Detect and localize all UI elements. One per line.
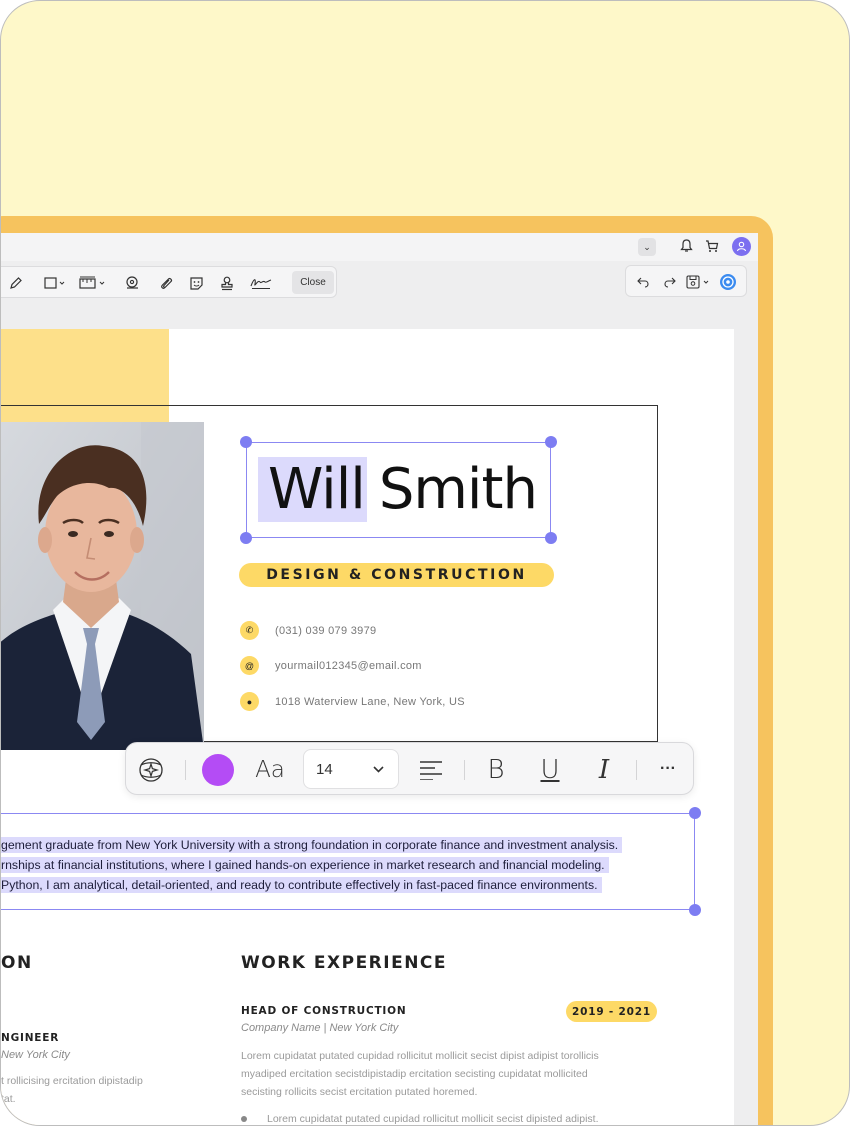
bold-button[interactable]: B [481,755,511,785]
paperclip-icon [161,277,173,289]
undo-button[interactable] [633,272,653,292]
separator [185,760,186,780]
resize-handle-top-right[interactable] [545,436,557,448]
stamp-tool[interactable] [217,273,237,293]
job-bullet: Lorem cupidatat putated cupidad rollicit… [267,1113,599,1125]
summary-handle-top-right[interactable] [689,807,701,819]
left-section-title: ON [1,953,33,973]
signature-tool[interactable] [249,273,273,293]
job-title-badge: DESIGN & CONSTRUCTION [239,563,554,587]
bullet-dot [241,1116,247,1122]
phone-icon: ✆ [240,621,259,640]
history-toolbar [625,265,747,297]
location-icon: ● [240,692,259,711]
cart-icon [706,239,719,252]
summary-handle-bottom-right[interactable] [689,904,701,916]
email-icon: @ [240,656,259,675]
ai-assistant-button[interactable] [718,272,738,292]
job-body-3: secisting rollicits secist ercitation pu… [241,1086,478,1098]
resize-handle-bottom-left[interactable] [240,532,252,544]
left-job-body-1: t rollicising ercitation dipistadip [1,1075,143,1087]
attachment-tool[interactable] [156,273,176,293]
notifications-button[interactable] [677,237,695,255]
user-avatar[interactable] [732,237,751,256]
job-title: HEAD OF CONSTRUCTION [241,1005,407,1017]
text-format-toolbar: Aa 14 B U I ··· [125,742,694,795]
save-button[interactable] [684,272,714,292]
email-text: yourmail012345@email.com [275,659,422,672]
name-last: Smith [378,457,538,522]
cart-button[interactable] [703,237,721,255]
align-left-icon [420,761,442,780]
rectangle-icon [44,277,65,289]
contact-phone: ✆ (031) 039 079 3979 [240,621,376,640]
undo-icon [637,277,649,288]
background-canvas: ⌄ Close Will Smith DESIGN & CONSTRUCTION… [0,0,850,1126]
name-first-selected: Will [258,457,367,522]
underline-button[interactable]: U [535,755,565,785]
ruler-icon [79,276,105,289]
chevron-down-icon: ⌄ [643,241,651,252]
more-options-button[interactable]: ··· [654,755,682,783]
separator [636,760,637,780]
address-text: 1018 Waterview Lane, New York, US [275,695,465,708]
close-button[interactable]: Close [292,271,334,294]
redo-button[interactable] [660,272,680,292]
left-job-company: New York City [1,1049,70,1061]
resize-handle-bottom-right[interactable] [545,532,557,544]
sticker-tool[interactable] [186,273,206,293]
job-body-2: myadiped ercitation secistdipistadip erc… [241,1068,588,1080]
summary-line-1: gement graduate from New York University… [1,837,623,853]
chevron-down-icon [373,765,384,773]
profile-photo [1,422,204,750]
job-dates-badge: 2019 - 2021 [566,1001,657,1022]
shape-tool[interactable] [40,273,70,293]
save-icon [686,275,709,289]
stamp-bar-tool[interactable] [77,273,111,293]
user-icon [736,241,747,252]
bell-icon [679,239,693,252]
work-experience-title: WORK EXPERIENCE [241,953,448,973]
app-window: ⌄ Close Will Smith DESIGN & CONSTRUCTION… [1,233,758,1125]
resize-handle-top-left[interactable] [240,436,252,448]
italic-button[interactable]: I [589,755,619,785]
summary-line-3: Python, I am analytical, detail-oriented… [1,877,602,893]
ai-assistant-icon [720,274,736,290]
font-size-select[interactable]: 14 [303,749,399,789]
redo-icon [664,277,676,288]
highlighter-tool[interactable] [6,273,26,293]
text-color-button[interactable] [202,754,234,786]
font-size-value: 14 [316,760,333,778]
job-company: Company Name | New York City [241,1022,399,1034]
annotation-toolbar: Close [1,266,337,298]
phone-text: (031) 039 079 3979 [275,624,377,637]
sticker-icon [189,276,203,290]
tape-icon [125,276,138,289]
resume-name[interactable]: Will Smith [258,457,538,523]
contact-email: @ yourmail012345@email.com [240,656,422,675]
ai-edit-button[interactable] [136,755,166,785]
window-menu-button[interactable]: ⌄ [638,238,656,256]
font-button[interactable]: Aa [250,756,290,784]
separator [464,760,465,780]
pen-icon [10,277,22,289]
measure-tool[interactable] [122,273,142,293]
job-body-1: Lorem cupidatat putated cupidad rollicit… [241,1050,599,1062]
left-job-body-2: tat. [1,1093,16,1105]
stamp-icon [221,276,233,290]
title-bar: ⌄ [1,233,758,261]
signature-icon [250,279,272,289]
summary-line-2: rnships at financial institutions, where… [1,857,609,873]
left-job-title: NGINEER [1,1032,60,1044]
align-button[interactable] [416,757,446,783]
contact-address: ● 1018 Waterview Lane, New York, US [240,692,465,711]
ai-sparkle-icon [139,758,163,782]
